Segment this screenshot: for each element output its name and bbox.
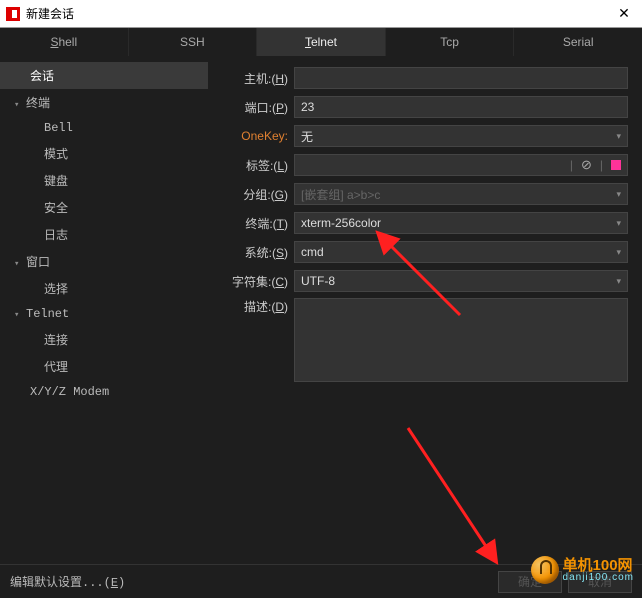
- chevron-down-icon: ▾: [616, 276, 621, 287]
- divider: |: [600, 158, 603, 172]
- system-label: 系统:(S): [214, 244, 294, 261]
- divider: |: [570, 158, 573, 172]
- titlebar: 新建会话 ✕: [0, 0, 642, 28]
- sidebar-item-xyzmodem[interactable]: X/Y/Z Modem: [0, 380, 208, 404]
- cancel-button[interactable]: 取消: [568, 571, 632, 593]
- sidebar-group-window[interactable]: 窗口: [0, 248, 208, 275]
- bottom-bar: 编辑默认设置...(E) 确定 取消: [0, 564, 642, 598]
- tab-serial[interactable]: Serial: [514, 28, 642, 56]
- tab-ssh[interactable]: SSH: [129, 28, 258, 56]
- sidebar-item-log[interactable]: 日志: [0, 221, 208, 248]
- onekey-label: OneKey:: [214, 129, 294, 143]
- sidebar-group-terminal[interactable]: 终端: [0, 89, 208, 116]
- group-label: 分组:(G): [214, 186, 294, 203]
- chevron-down-icon: ▾: [616, 131, 621, 142]
- charset-label: 字符集:(C): [214, 273, 294, 290]
- sidebar-item-security[interactable]: 安全: [0, 194, 208, 221]
- ok-button[interactable]: 确定: [498, 571, 562, 593]
- close-icon[interactable]: ✕: [612, 5, 636, 22]
- port-label: 端口:(P): [214, 99, 294, 116]
- category-sidebar: 会话 终端 Bell 模式 键盘 安全 日志 窗口 选择 Telnet 连接 代…: [0, 56, 208, 560]
- sidebar-item-select[interactable]: 选择: [0, 275, 208, 302]
- port-input[interactable]: 23: [294, 96, 628, 118]
- tag-label: 标签:(L): [214, 157, 294, 174]
- group-select[interactable]: [嵌套组] a>b>c▾: [294, 183, 628, 205]
- edit-defaults-link[interactable]: 编辑默认设置...(E): [10, 573, 125, 590]
- chevron-down-icon: ▾: [616, 218, 621, 229]
- session-form: 主机:(H) 端口:(P) 23 OneKey: 无▾ 标签:(L) | ⊘ |…: [208, 56, 642, 560]
- tab-telnet[interactable]: Telnet: [257, 28, 386, 56]
- sidebar-group-telnet[interactable]: Telnet: [0, 302, 208, 326]
- tag-input[interactable]: | ⊘ |: [294, 154, 628, 176]
- protocol-tabs: Shell SSH Telnet Tcp Serial: [0, 28, 642, 56]
- desc-label: 描述:(D): [214, 298, 294, 315]
- host-input[interactable]: [294, 67, 628, 89]
- content-area: 会话 终端 Bell 模式 键盘 安全 日志 窗口 选择 Telnet 连接 代…: [0, 56, 642, 560]
- tag-color-swatch[interactable]: [611, 160, 621, 170]
- charset-select[interactable]: UTF-8▾: [294, 270, 628, 292]
- sidebar-item-keyboard[interactable]: 键盘: [0, 167, 208, 194]
- tab-tcp[interactable]: Tcp: [386, 28, 515, 56]
- system-select[interactable]: cmd▾: [294, 241, 628, 263]
- chevron-down-icon: ▾: [616, 247, 621, 258]
- terminal-label: 终端:(T): [214, 215, 294, 232]
- terminal-select[interactable]: xterm-256color▾: [294, 212, 628, 234]
- sidebar-item-proxy[interactable]: 代理: [0, 353, 208, 380]
- sidebar-item-session[interactable]: 会话: [0, 62, 208, 89]
- app-logo-icon: [6, 7, 20, 21]
- window-title: 新建会话: [26, 5, 612, 22]
- onekey-select[interactable]: 无▾: [294, 125, 628, 147]
- sidebar-item-bell[interactable]: Bell: [0, 116, 208, 140]
- tab-shell[interactable]: Shell: [0, 28, 129, 56]
- chevron-down-icon: ▾: [616, 189, 621, 200]
- sidebar-item-mode[interactable]: 模式: [0, 140, 208, 167]
- sidebar-item-connect[interactable]: 连接: [0, 326, 208, 353]
- host-label: 主机:(H): [214, 70, 294, 87]
- description-textarea[interactable]: [294, 298, 628, 382]
- tag-clear-icon[interactable]: ⊘: [581, 157, 592, 173]
